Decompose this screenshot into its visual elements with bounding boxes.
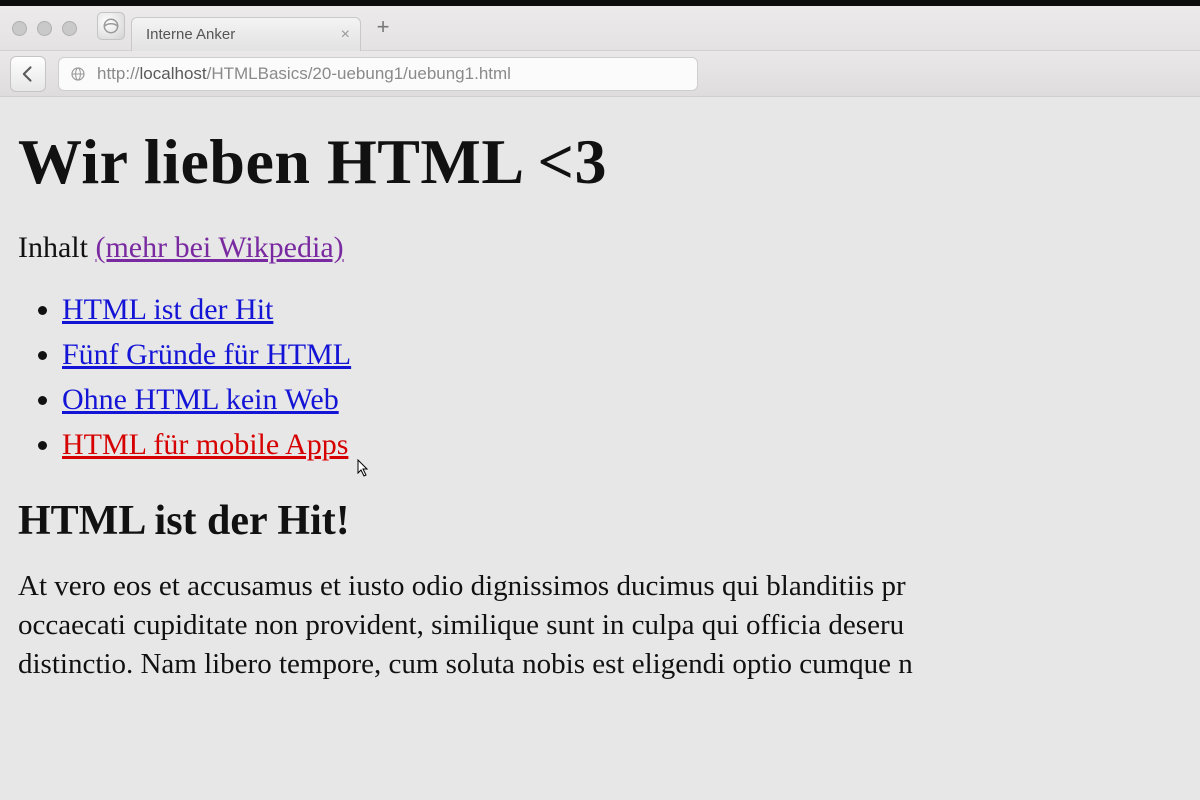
toc-link-1[interactable]: HTML ist der Hit [62, 293, 273, 326]
url-text: http://localhost/HTMLBasics/20-uebung1/u… [97, 64, 511, 84]
toolbar: http://localhost/HTMLBasics/20-uebung1/u… [0, 50, 1200, 96]
toc-link-2[interactable]: Fünf Gründe für HTML [62, 338, 351, 371]
minimize-window-button[interactable] [37, 21, 52, 36]
toc-list: HTML ist der Hit Fünf Gründe für HTML Oh… [62, 287, 1182, 467]
page-content: Wir lieben HTML <3 Inhalt (mehr bei Wikp… [0, 97, 1200, 694]
window-controls [12, 6, 77, 50]
url-prefix: http:// [97, 64, 140, 83]
toc-link-3[interactable]: Ohne HTML kein Web [62, 383, 339, 416]
page-title: Wir lieben HTML <3 [18, 125, 1182, 199]
paragraph-line: At vero eos et accusamus et iusto odio d… [18, 567, 1182, 606]
section-heading: HTML ist der Hit! [18, 497, 1182, 545]
back-button[interactable] [10, 56, 46, 92]
paragraph-line: distinctio. Nam libero tempore, cum solu… [18, 645, 1182, 684]
toc-heading: Inhalt (mehr bei Wikpedia) [18, 231, 1182, 265]
site-identity-icon[interactable] [69, 65, 87, 83]
paragraph-line: occaecati cupiditate non provident, simi… [18, 606, 1182, 645]
list-item: Fünf Gründe für HTML [62, 332, 1182, 377]
browser-tab[interactable]: Interne Anker × [131, 17, 361, 51]
tab-bar: Interne Anker × + [0, 6, 1200, 50]
close-window-button[interactable] [12, 21, 27, 36]
url-path: /HTMLBasics/20-uebung1/uebung1.html [207, 64, 511, 83]
url-host: localhost [140, 64, 207, 83]
tab-title: Interne Anker [146, 26, 333, 43]
toc-link-4[interactable]: HTML für mobile Apps [62, 428, 348, 461]
zoom-window-button[interactable] [62, 21, 77, 36]
list-item: Ohne HTML kein Web [62, 377, 1182, 422]
list-item: HTML für mobile Apps [62, 422, 1182, 467]
firefox-icon[interactable] [97, 12, 125, 40]
close-tab-icon[interactable]: × [341, 26, 350, 44]
toc-label: Inhalt [18, 231, 95, 264]
mouse-cursor-icon [352, 459, 370, 481]
list-item: HTML ist der Hit [62, 287, 1182, 332]
wikipedia-link[interactable]: (mehr bei Wikpedia) [95, 231, 343, 264]
address-bar[interactable]: http://localhost/HTMLBasics/20-uebung1/u… [58, 57, 698, 91]
browser-chrome: Interne Anker × + http://localhost/HTMLB… [0, 6, 1200, 97]
new-tab-button[interactable]: + [369, 14, 397, 40]
